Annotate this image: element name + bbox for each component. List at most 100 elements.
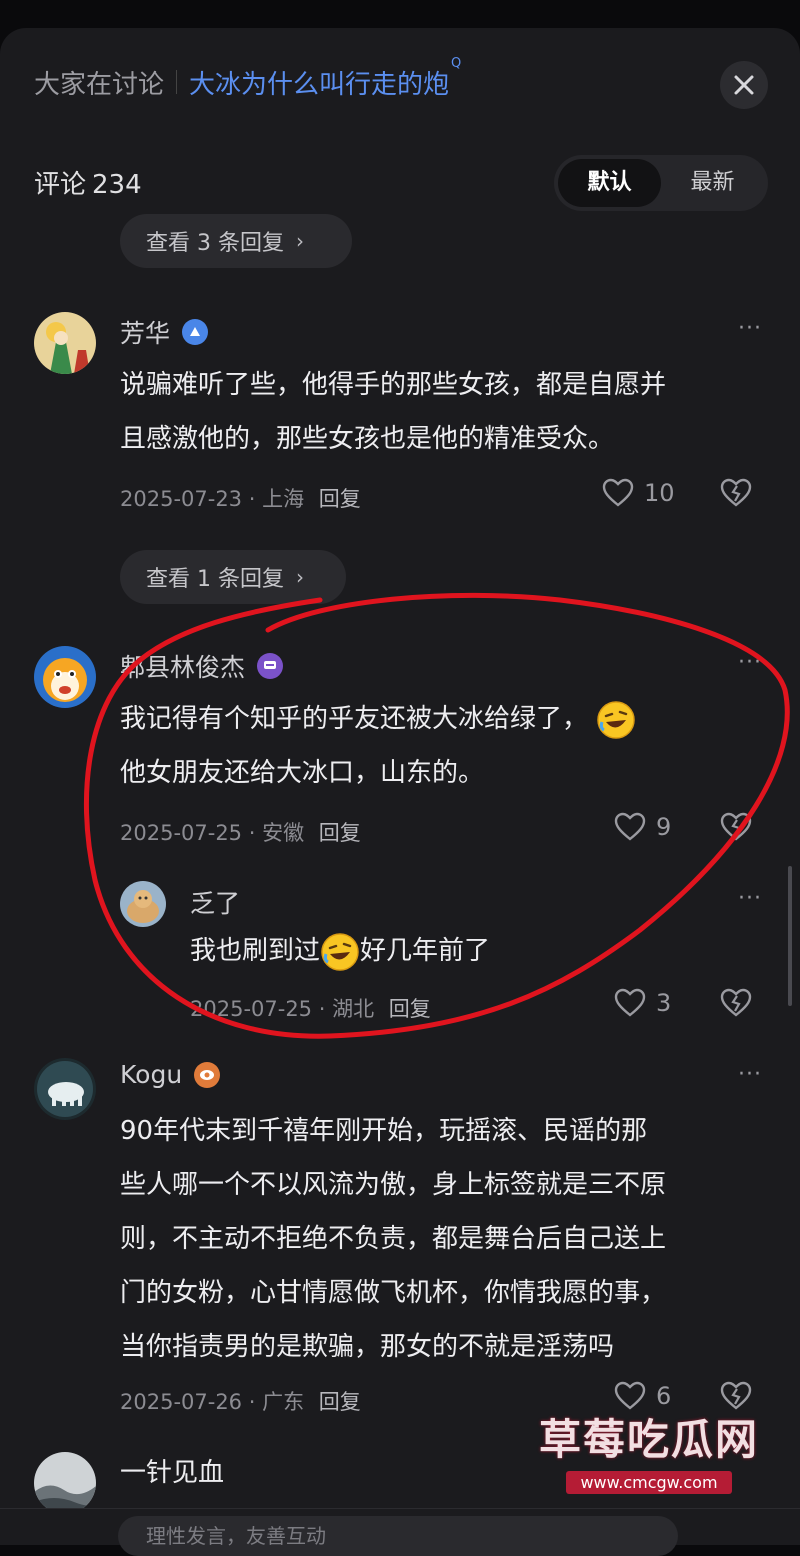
- view-replies-button[interactable]: 查看 3 条回复 ›: [120, 214, 352, 268]
- meta-separator: ·: [318, 997, 326, 1021]
- comment-input[interactable]: 理性发言，友善互动: [118, 1516, 678, 1556]
- comment-date: 2025-07-25: [190, 997, 313, 1021]
- top-strip: [0, 0, 800, 28]
- avatar-image: [34, 1058, 96, 1120]
- reply-link[interactable]: 回复: [319, 1390, 361, 1414]
- rofl-emoji-icon: [321, 932, 359, 971]
- dislike-button[interactable]: [720, 478, 752, 512]
- comment-line: 当你指责男的是欺骗，那女的不就是淫荡吗: [120, 1332, 615, 1362]
- view-replies-label: 查看 1 条回复: [146, 567, 284, 592]
- more-options-icon[interactable]: ···: [738, 886, 762, 911]
- meta-separator: ·: [248, 821, 256, 845]
- meta-separator: ·: [248, 487, 256, 511]
- view-replies-label: 查看 3 条回复: [146, 231, 284, 256]
- comment-meta: 2025-07-23 · 上海 回复: [120, 483, 361, 513]
- comment-author[interactable]: Kogu: [120, 1060, 221, 1089]
- scrollbar-thumb[interactable]: [788, 866, 792, 1006]
- avatar-image: [120, 881, 166, 927]
- comment-text: 说骗难听了些，他得手的那些女孩，都是自愿并 且感激他的，那些女孩也是他的精准受众…: [120, 358, 666, 466]
- comment-author[interactable]: 芳华: [120, 314, 209, 350]
- comment-author[interactable]: 郫县林俊杰: [120, 648, 284, 684]
- author-name: 芳华: [120, 319, 171, 348]
- comment-line: 则，不主动不拒绝不负责，都是舞台后自己送上: [120, 1224, 667, 1254]
- broken-heart-icon: [720, 988, 752, 1017]
- sort-default-button[interactable]: 默认: [558, 159, 661, 207]
- comment-meta: 2025-07-25 · 安徽 回复: [120, 817, 361, 847]
- discussion-label: 大家在讨论: [34, 69, 165, 100]
- comment-line: 且感激他的，那些女孩也是他的精准受众。: [120, 424, 615, 454]
- discussion-header: 大家在讨论 大冰为什么叫行走的炮Q: [34, 56, 461, 102]
- avatar[interactable]: [34, 646, 96, 708]
- comment-line-text: 我记得有个知乎的乎友还被大冰给绿了，: [120, 704, 589, 734]
- avatar[interactable]: [120, 881, 166, 927]
- close-icon: [734, 75, 754, 95]
- level-badge-icon: [194, 1061, 221, 1088]
- watermark-title: 草莓吃瓜网: [538, 1415, 759, 1464]
- like-button[interactable]: 10: [602, 478, 675, 508]
- comment-line: 他女朋友还给大冰口，山东的。: [120, 758, 485, 788]
- comment-date: 2025-07-23: [120, 487, 243, 511]
- like-count: 9: [656, 813, 672, 841]
- avatar-image: [34, 312, 96, 374]
- comments-sheet: 大家在讨论 大冰为什么叫行走的炮Q 评论 234 默认 最新 查看 3 条回复 › …: [0, 28, 800, 1544]
- like-count: 3: [656, 989, 672, 1017]
- meta-separator: ·: [248, 1390, 256, 1414]
- more-options-icon[interactable]: ···: [738, 650, 762, 675]
- topic-text: 大冰为什么叫行走的炮: [189, 69, 450, 100]
- search-icon: Q: [451, 55, 462, 71]
- broken-heart-icon: [720, 478, 752, 507]
- dislike-button[interactable]: [720, 988, 752, 1022]
- level-badge-icon: [182, 319, 209, 345]
- comment-date: 2025-07-25: [120, 821, 243, 845]
- reply-link[interactable]: 回复: [389, 997, 431, 1021]
- comment-line: 90年代末到千禧年刚开始，玩摇滚、民谣的那: [120, 1116, 648, 1146]
- heart-icon: [602, 478, 634, 507]
- avatar[interactable]: [34, 1452, 96, 1514]
- comment-text: 一针见血: [120, 1446, 224, 1500]
- more-options-icon[interactable]: ···: [738, 1062, 762, 1087]
- like-count: 10: [644, 479, 675, 507]
- sort-latest-button[interactable]: 最新: [661, 159, 764, 207]
- comment-location: 湖北: [332, 997, 375, 1021]
- author-name: 乏了: [190, 889, 241, 918]
- reply-text: 我也刷到过 好几年前了: [190, 924, 490, 978]
- comment-meta: 2025-07-25 · 湖北 回复: [190, 993, 431, 1023]
- reply-link[interactable]: 回复: [319, 487, 361, 511]
- comment-line: 我记得有个知乎的乎友还被大冰给绿了，: [120, 692, 636, 746]
- avatar-image: [34, 646, 96, 708]
- comment-date: 2025-07-26: [120, 1390, 243, 1414]
- comment-location: 上海: [262, 487, 305, 511]
- comment-count-label: 评论: [34, 170, 87, 200]
- avatar[interactable]: [34, 1058, 96, 1120]
- like-button[interactable]: 9: [614, 812, 671, 842]
- comment-location: 广东: [262, 1390, 305, 1414]
- watermark: 草莓吃瓜网 www.cmcgw.com: [514, 1406, 784, 1494]
- reply-text-part: 我也刷到过: [190, 936, 321, 966]
- sort-toggle: 默认 最新: [554, 155, 768, 211]
- chevron-right-icon: ›: [295, 565, 304, 589]
- reply-author[interactable]: 乏了: [190, 884, 240, 920]
- dislike-button[interactable]: [720, 812, 752, 846]
- more-options-icon[interactable]: ···: [738, 316, 762, 341]
- comment-location: 安徽: [262, 821, 305, 845]
- comment-line: 一针见血: [120, 1458, 225, 1488]
- watermark-url: www.cmcgw.com: [566, 1471, 732, 1494]
- reply-text-part: 好几年前了: [360, 936, 491, 966]
- comment-count: 评论 234: [34, 164, 142, 201]
- author-name: 郫县林俊杰: [120, 653, 246, 682]
- comment-meta: 2025-07-26 · 广东 回复: [120, 1386, 361, 1416]
- comment-line: 些人哪一个不以风流为傲，身上标签就是三不原: [120, 1170, 667, 1200]
- author-name: Kogu: [120, 1060, 183, 1089]
- close-button[interactable]: [720, 61, 768, 109]
- header-divider: [176, 70, 178, 94]
- view-replies-button[interactable]: 查看 1 条回复 ›: [120, 550, 346, 604]
- avatar[interactable]: [34, 312, 96, 374]
- heart-icon: [614, 812, 646, 841]
- comment-text: 90年代末到千禧年刚开始，玩摇滚、民谣的那 些人哪一个不以风流为傲，身上标签就是…: [120, 1104, 666, 1374]
- avatar-image: [34, 1452, 96, 1514]
- heart-icon: [614, 988, 646, 1017]
- like-button[interactable]: 3: [614, 988, 671, 1018]
- topic-link[interactable]: 大冰为什么叫行走的炮Q: [189, 56, 461, 101]
- reply-link[interactable]: 回复: [319, 821, 361, 845]
- chevron-right-icon: ›: [295, 229, 304, 253]
